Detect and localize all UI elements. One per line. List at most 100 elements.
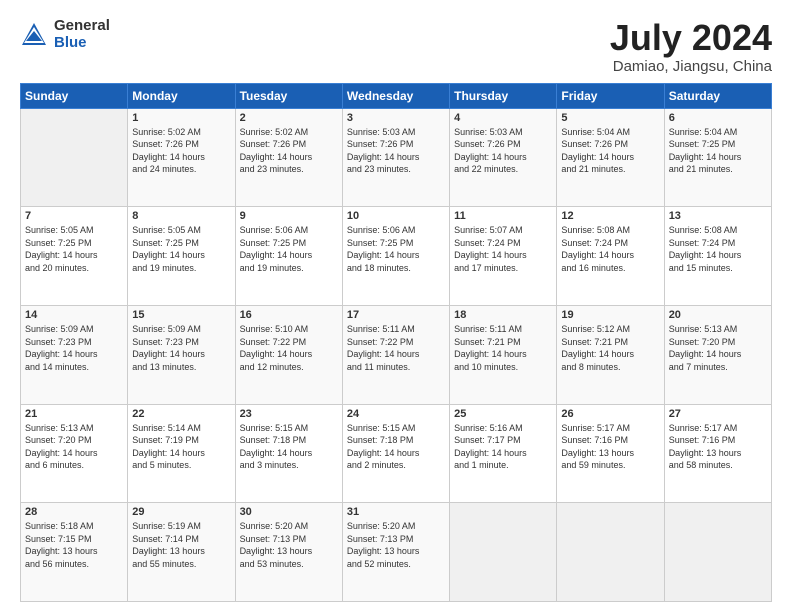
day-number: 13: [669, 210, 767, 222]
calendar-cell: 28 Sunrise: 5:18 AMSunset: 7:15 PMDayligh…: [21, 503, 128, 602]
calendar-cell: 20 Sunrise: 5:13 AMSunset: 7:20 PMDayligh…: [664, 305, 771, 404]
day-info: Sunrise: 5:06 AMSunset: 7:25 PMDaylight:…: [347, 224, 445, 274]
week-row-5: 28 Sunrise: 5:18 AMSunset: 7:15 PMDayligh…: [21, 503, 772, 602]
calendar-body: 1Sunrise: 5:02 AMSunset: 7:26 PMDaylight…: [21, 108, 772, 601]
day-number: 2: [240, 112, 338, 124]
calendar-cell: 12 Sunrise: 5:08 AMSunset: 7:24 PMDayligh…: [557, 207, 664, 306]
calendar-cell: [664, 503, 771, 602]
logo-blue-text: Blue: [54, 35, 110, 52]
day-info: Sunrise: 5:14 AMSunset: 7:19 PMDaylight:…: [132, 422, 230, 472]
calendar-cell: 10 Sunrise: 5:06 AMSunset: 7:25 PMDayligh…: [342, 207, 449, 306]
day-number: 28: [25, 506, 123, 518]
weekday-header-monday: Monday: [128, 83, 235, 108]
calendar: SundayMondayTuesdayWednesdayThursdayFrid…: [20, 83, 772, 602]
calendar-cell: 25 Sunrise: 5:16 AMSunset: 7:17 PMDayligh…: [450, 404, 557, 503]
day-info: Sunrise: 5:16 AMSunset: 7:17 PMDaylight:…: [454, 422, 552, 472]
day-number: 14: [25, 309, 123, 321]
day-number: 5: [561, 112, 659, 124]
day-info: Sunrise: 5:04 AMSunset: 7:25 PMDaylight:…: [669, 126, 767, 176]
day-number: 1: [132, 112, 230, 124]
day-number: 20: [669, 309, 767, 321]
day-number: 19: [561, 309, 659, 321]
weekday-row: SundayMondayTuesdayWednesdayThursdayFrid…: [21, 83, 772, 108]
title-area: July 2024 Damiao, Jiangsu, China: [610, 18, 772, 75]
calendar-cell: 11 Sunrise: 5:07 AMSunset: 7:24 PMDayligh…: [450, 207, 557, 306]
day-number: 6: [669, 112, 767, 124]
day-number: 4: [454, 112, 552, 124]
week-row-3: 14 Sunrise: 5:09 AMSunset: 7:23 PMDayligh…: [21, 305, 772, 404]
weekday-header-sunday: Sunday: [21, 83, 128, 108]
day-number: 9: [240, 210, 338, 222]
weekday-header-thursday: Thursday: [450, 83, 557, 108]
calendar-cell: 17Sunrise: 5:11 AMSunset: 7:22 PMDayligh…: [342, 305, 449, 404]
day-number: 25: [454, 408, 552, 420]
day-info: Sunrise: 5:15 AMSunset: 7:18 PMDaylight:…: [240, 422, 338, 472]
logo: General Blue: [20, 18, 110, 51]
subtitle: Damiao, Jiangsu, China: [610, 58, 772, 75]
day-number: 11: [454, 210, 552, 222]
weekday-header-saturday: Saturday: [664, 83, 771, 108]
day-info: Sunrise: 5:19 AMSunset: 7:14 PMDaylight:…: [132, 520, 230, 570]
day-number: 30: [240, 506, 338, 518]
day-number: 22: [132, 408, 230, 420]
calendar-cell: 22 Sunrise: 5:14 AMSunset: 7:19 PMDayligh…: [128, 404, 235, 503]
day-number: 24: [347, 408, 445, 420]
day-info: Sunrise: 5:03 AMSunset: 7:26 PMDaylight:…: [347, 126, 445, 176]
calendar-cell: 16 Sunrise: 5:10 AMSunset: 7:22 PMDayligh…: [235, 305, 342, 404]
day-info: Sunrise: 5:05 AMSunset: 7:25 PMDaylight:…: [132, 224, 230, 274]
day-info: Sunrise: 5:07 AMSunset: 7:24 PMDaylight:…: [454, 224, 552, 274]
weekday-header-friday: Friday: [557, 83, 664, 108]
week-row-1: 1Sunrise: 5:02 AMSunset: 7:26 PMDaylight…: [21, 108, 772, 207]
calendar-cell: 24 Sunrise: 5:15 AMSunset: 7:18 PMDayligh…: [342, 404, 449, 503]
day-info: Sunrise: 5:13 AMSunset: 7:20 PMDaylight:…: [669, 323, 767, 373]
day-number: 29: [132, 506, 230, 518]
day-info: Sunrise: 5:11 AMSunset: 7:22 PMDaylight:…: [347, 323, 445, 373]
calendar-cell: 15 Sunrise: 5:09 AMSunset: 7:23 PMDayligh…: [128, 305, 235, 404]
calendar-cell: 14 Sunrise: 5:09 AMSunset: 7:23 PMDayligh…: [21, 305, 128, 404]
day-info: Sunrise: 5:09 AMSunset: 7:23 PMDaylight:…: [25, 323, 123, 373]
calendar-cell: 13 Sunrise: 5:08 AMSunset: 7:24 PMDayligh…: [664, 207, 771, 306]
calendar-cell: [450, 503, 557, 602]
day-number: 31: [347, 506, 445, 518]
day-number: 23: [240, 408, 338, 420]
calendar-cell: 29 Sunrise: 5:19 AMSunset: 7:14 PMDayligh…: [128, 503, 235, 602]
day-number: 18: [454, 309, 552, 321]
weekday-header-tuesday: Tuesday: [235, 83, 342, 108]
calendar-cell: 5Sunrise: 5:04 AMSunset: 7:26 PMDaylight…: [557, 108, 664, 207]
calendar-cell: 3 Sunrise: 5:03 AMSunset: 7:26 PMDaylight…: [342, 108, 449, 207]
day-info: Sunrise: 5:15 AMSunset: 7:18 PMDaylight:…: [347, 422, 445, 472]
week-row-2: 7 Sunrise: 5:05 AMSunset: 7:25 PMDaylight…: [21, 207, 772, 306]
calendar-cell: [557, 503, 664, 602]
week-row-4: 21 Sunrise: 5:13 AMSunset: 7:20 PMDayligh…: [21, 404, 772, 503]
day-info: Sunrise: 5:13 AMSunset: 7:20 PMDaylight:…: [25, 422, 123, 472]
day-number: 21: [25, 408, 123, 420]
day-number: 10: [347, 210, 445, 222]
day-info: Sunrise: 5:10 AMSunset: 7:22 PMDaylight:…: [240, 323, 338, 373]
day-number: 27: [669, 408, 767, 420]
calendar-cell: 31Sunrise: 5:20 AMSunset: 7:13 PMDayligh…: [342, 503, 449, 602]
day-info: Sunrise: 5:08 AMSunset: 7:24 PMDaylight:…: [561, 224, 659, 274]
calendar-cell: 21 Sunrise: 5:13 AMSunset: 7:20 PMDayligh…: [21, 404, 128, 503]
day-number: 7: [25, 210, 123, 222]
calendar-cell: 26Sunrise: 5:17 AMSunset: 7:16 PMDayligh…: [557, 404, 664, 503]
logo-icon: [20, 21, 48, 49]
calendar-cell: 7Sunrise: 5:05 AMSunset: 7:25 PMDaylight…: [21, 207, 128, 306]
calendar-header: SundayMondayTuesdayWednesdayThursdayFrid…: [21, 83, 772, 108]
calendar-cell: 2Sunrise: 5:02 AMSunset: 7:26 PMDaylight…: [235, 108, 342, 207]
weekday-header-wednesday: Wednesday: [342, 83, 449, 108]
day-number: 12: [561, 210, 659, 222]
day-info: Sunrise: 5:20 AMSunset: 7:13 PMDaylight:…: [240, 520, 338, 570]
day-info: Sunrise: 5:11 AMSunset: 7:21 PMDaylight:…: [454, 323, 552, 373]
day-info: Sunrise: 5:12 AMSunset: 7:21 PMDaylight:…: [561, 323, 659, 373]
calendar-cell: 4 Sunrise: 5:03 AMSunset: 7:26 PMDaylight…: [450, 108, 557, 207]
day-info: Sunrise: 5:03 AMSunset: 7:26 PMDaylight:…: [454, 126, 552, 176]
day-number: 8: [132, 210, 230, 222]
day-number: 16: [240, 309, 338, 321]
day-info: Sunrise: 5:09 AMSunset: 7:23 PMDaylight:…: [132, 323, 230, 373]
calendar-cell: 1Sunrise: 5:02 AMSunset: 7:26 PMDaylight…: [128, 108, 235, 207]
day-info: Sunrise: 5:06 AMSunset: 7:25 PMDaylight:…: [240, 224, 338, 274]
day-info: Sunrise: 5:08 AMSunset: 7:24 PMDaylight:…: [669, 224, 767, 274]
day-number: 3: [347, 112, 445, 124]
day-number: 15: [132, 309, 230, 321]
day-info: Sunrise: 5:18 AMSunset: 7:15 PMDaylight:…: [25, 520, 123, 570]
